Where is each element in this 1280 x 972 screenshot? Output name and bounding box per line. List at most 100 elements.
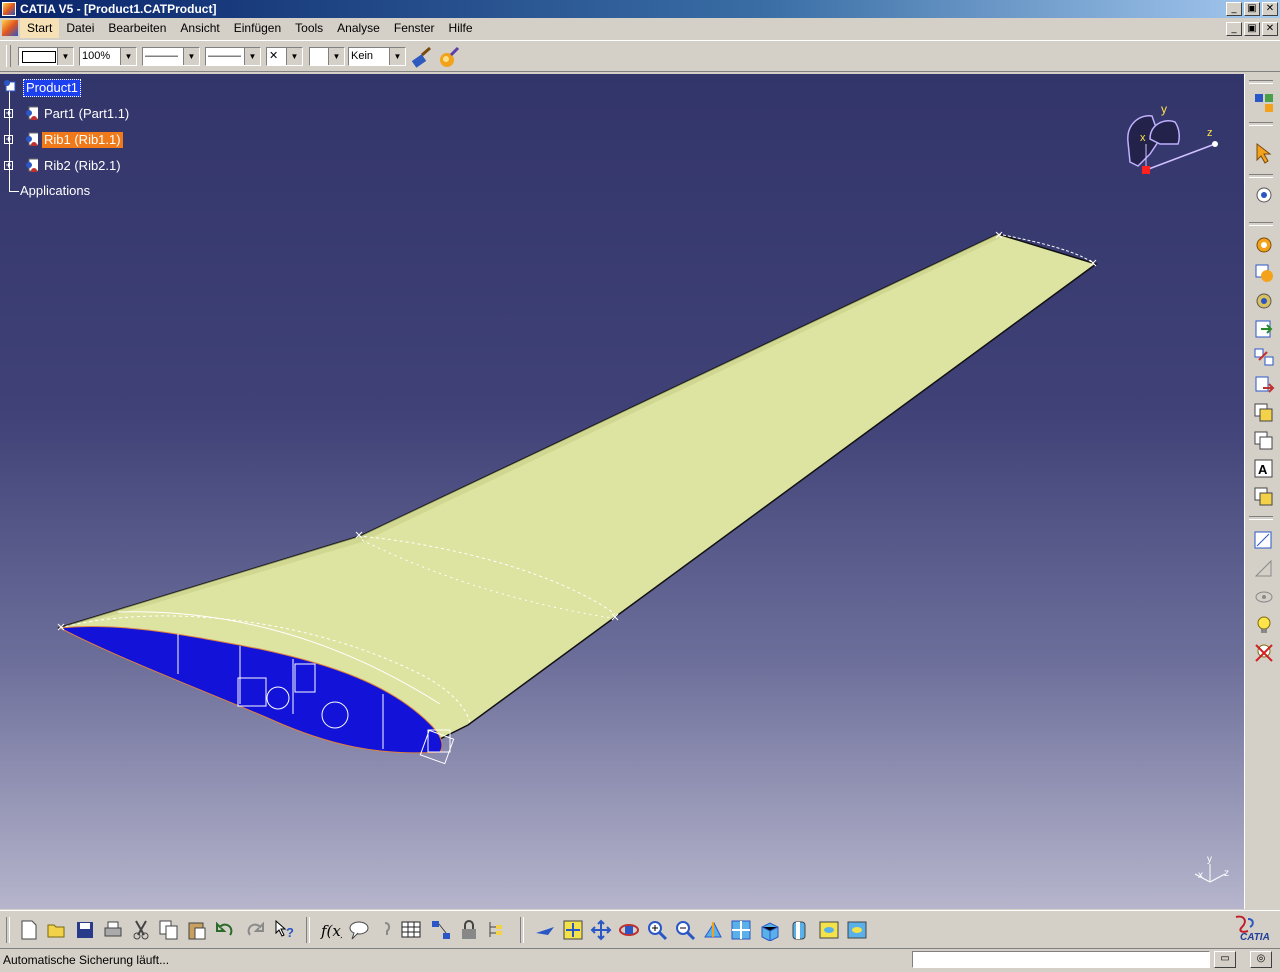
select-arrow-icon[interactable]: [1253, 142, 1275, 164]
open-icon[interactable]: [46, 919, 68, 941]
tree-label-applications[interactable]: Applications: [18, 183, 92, 199]
doc-minimize-button[interactable]: _: [1226, 22, 1242, 36]
pan-icon[interactable]: [590, 919, 612, 941]
shading-icon[interactable]: [788, 919, 810, 941]
paste-icon[interactable]: [1253, 430, 1275, 452]
copy-icon[interactable]: [158, 919, 180, 941]
table-icon[interactable]: [400, 919, 422, 941]
format-painter-icon[interactable]: [410, 45, 434, 69]
layer-combo[interactable]: Kein ▼: [348, 47, 406, 66]
comment-icon[interactable]: [348, 919, 370, 941]
menu-ansicht[interactable]: Ansicht: [173, 18, 226, 38]
menu-start[interactable]: Start: [20, 18, 60, 38]
light-bulb-icon[interactable]: [1253, 614, 1275, 636]
command-input-button[interactable]: ▭: [1214, 951, 1236, 968]
tree-label-part1[interactable]: Part1 (Part1.1): [42, 106, 131, 122]
rendering-style-combo[interactable]: ▼: [309, 47, 345, 66]
compass-z-label: z: [1207, 127, 1213, 139]
menu-hilfe[interactable]: Hilfe: [442, 18, 480, 38]
toolbar-grip[interactable]: [6, 45, 11, 67]
formula-icon[interactable]: f(x): [320, 919, 342, 941]
insert-existing-icon[interactable]: [1253, 318, 1275, 340]
tree-icon[interactable]: [486, 919, 508, 941]
new-icon[interactable]: [18, 919, 40, 941]
right-toolbar: A: [1244, 74, 1280, 909]
lock-icon[interactable]: [458, 919, 480, 941]
tree-label-product1[interactable]: Product1: [23, 79, 82, 97]
part-icon: [26, 132, 38, 146]
hide-show-icon[interactable]: [1253, 586, 1275, 608]
svg-text:f(x): f(x): [320, 922, 342, 940]
rotate-icon[interactable]: [618, 919, 640, 941]
graphic-properties-icon[interactable]: [438, 45, 462, 69]
chevron-down-icon: ▼: [57, 48, 73, 65]
status-message: Automatische Sicherung läuft...: [3, 953, 170, 967]
menu-fenster[interactable]: Fenster: [387, 18, 442, 38]
part-icon: [26, 106, 38, 120]
command-input[interactable]: [912, 951, 1210, 968]
tree-label-rib2[interactable]: Rib2 (Rib2.1): [42, 158, 123, 174]
menu-datei[interactable]: Datei: [59, 18, 101, 38]
transparency-combo[interactable]: 100% ▼: [79, 47, 137, 66]
title-bar: CATIA V5 - [Product1.CATProduct] _ ▣ ✕: [0, 0, 1280, 18]
point-symbol-combo[interactable]: ✕ ▼: [266, 47, 303, 66]
iso-view-icon[interactable]: [758, 919, 780, 941]
doc-close-button[interactable]: ✕: [1262, 22, 1278, 36]
undo-icon[interactable]: [214, 919, 236, 941]
wing-geometry[interactable]: [0, 74, 1244, 909]
copy-icon[interactable]: [1253, 402, 1275, 424]
print-icon[interactable]: [102, 919, 124, 941]
catia-app-icon[interactable]: [2, 2, 16, 16]
part-icon: [26, 158, 38, 172]
paste-icon[interactable]: [186, 919, 208, 941]
product-structure-icon[interactable]: [1253, 92, 1275, 114]
move-icon[interactable]: [1253, 374, 1275, 396]
gear-icon-3[interactable]: [1253, 290, 1275, 312]
multi-view-icon[interactable]: [730, 919, 752, 941]
zoom-out-icon[interactable]: [674, 919, 696, 941]
window-title: CATIA V5 - [Product1.CATProduct]: [20, 2, 217, 16]
zoom-in-icon[interactable]: [646, 919, 668, 941]
swap-visible-icon[interactable]: [846, 919, 868, 941]
expand-icon[interactable]: +: [4, 109, 13, 118]
cut-icon[interactable]: [130, 919, 152, 941]
menu-einfuegen[interactable]: Einfügen: [227, 18, 288, 38]
expand-icon[interactable]: +: [4, 135, 13, 144]
document-menu-icon[interactable]: [2, 20, 18, 36]
chevron-down-icon: ▼: [389, 48, 405, 65]
line-type-combo[interactable]: ——— ▼: [142, 47, 200, 66]
close-button[interactable]: ✕: [1262, 2, 1278, 16]
line-weight-combo[interactable]: ——— ▼: [205, 47, 261, 66]
save-icon[interactable]: [74, 919, 96, 941]
gear-icon-2[interactable]: [1253, 262, 1275, 284]
view-icon[interactable]: [1253, 184, 1275, 206]
menu-analyse[interactable]: Analyse: [330, 18, 387, 38]
power-input-button[interactable]: ◎: [1250, 951, 1272, 968]
no-show-icon[interactable]: [1253, 642, 1275, 664]
fit-all-icon[interactable]: [562, 919, 584, 941]
minimize-button[interactable]: _: [1226, 2, 1242, 16]
layer-icon[interactable]: [1253, 486, 1275, 508]
normal-view-icon[interactable]: [702, 919, 724, 941]
whats-this-icon[interactable]: ?: [274, 919, 296, 941]
redo-icon[interactable]: [244, 919, 266, 941]
text-icon[interactable]: A: [1253, 458, 1275, 480]
svg-text:?: ?: [286, 925, 294, 940]
doc-restore-button[interactable]: ▣: [1244, 22, 1260, 36]
hide-icon[interactable]: [818, 919, 840, 941]
restore-button[interactable]: ▣: [1244, 2, 1260, 16]
measure-disabled-icon[interactable]: [1253, 558, 1275, 580]
compass-y-label: y: [1161, 102, 1167, 116]
replace-icon[interactable]: [1253, 346, 1275, 368]
graph-icon[interactable]: [430, 919, 452, 941]
menu-bearbeiten[interactable]: Bearbeiten: [101, 18, 173, 38]
fill-color-combo[interactable]: ▼: [18, 47, 74, 66]
knowledge-icon[interactable]: [376, 919, 398, 941]
3d-viewport[interactable]: y x z y x z Product1 + Part1 (Part1.1) +: [0, 74, 1244, 909]
tree-label-rib1[interactable]: Rib1 (Rib1.1): [42, 132, 123, 148]
measure-icon[interactable]: [1253, 530, 1275, 552]
expand-icon[interactable]: +: [4, 161, 13, 170]
gear-icon[interactable]: [1253, 234, 1275, 256]
menu-tools[interactable]: Tools: [288, 18, 330, 38]
fly-icon[interactable]: [534, 919, 556, 941]
